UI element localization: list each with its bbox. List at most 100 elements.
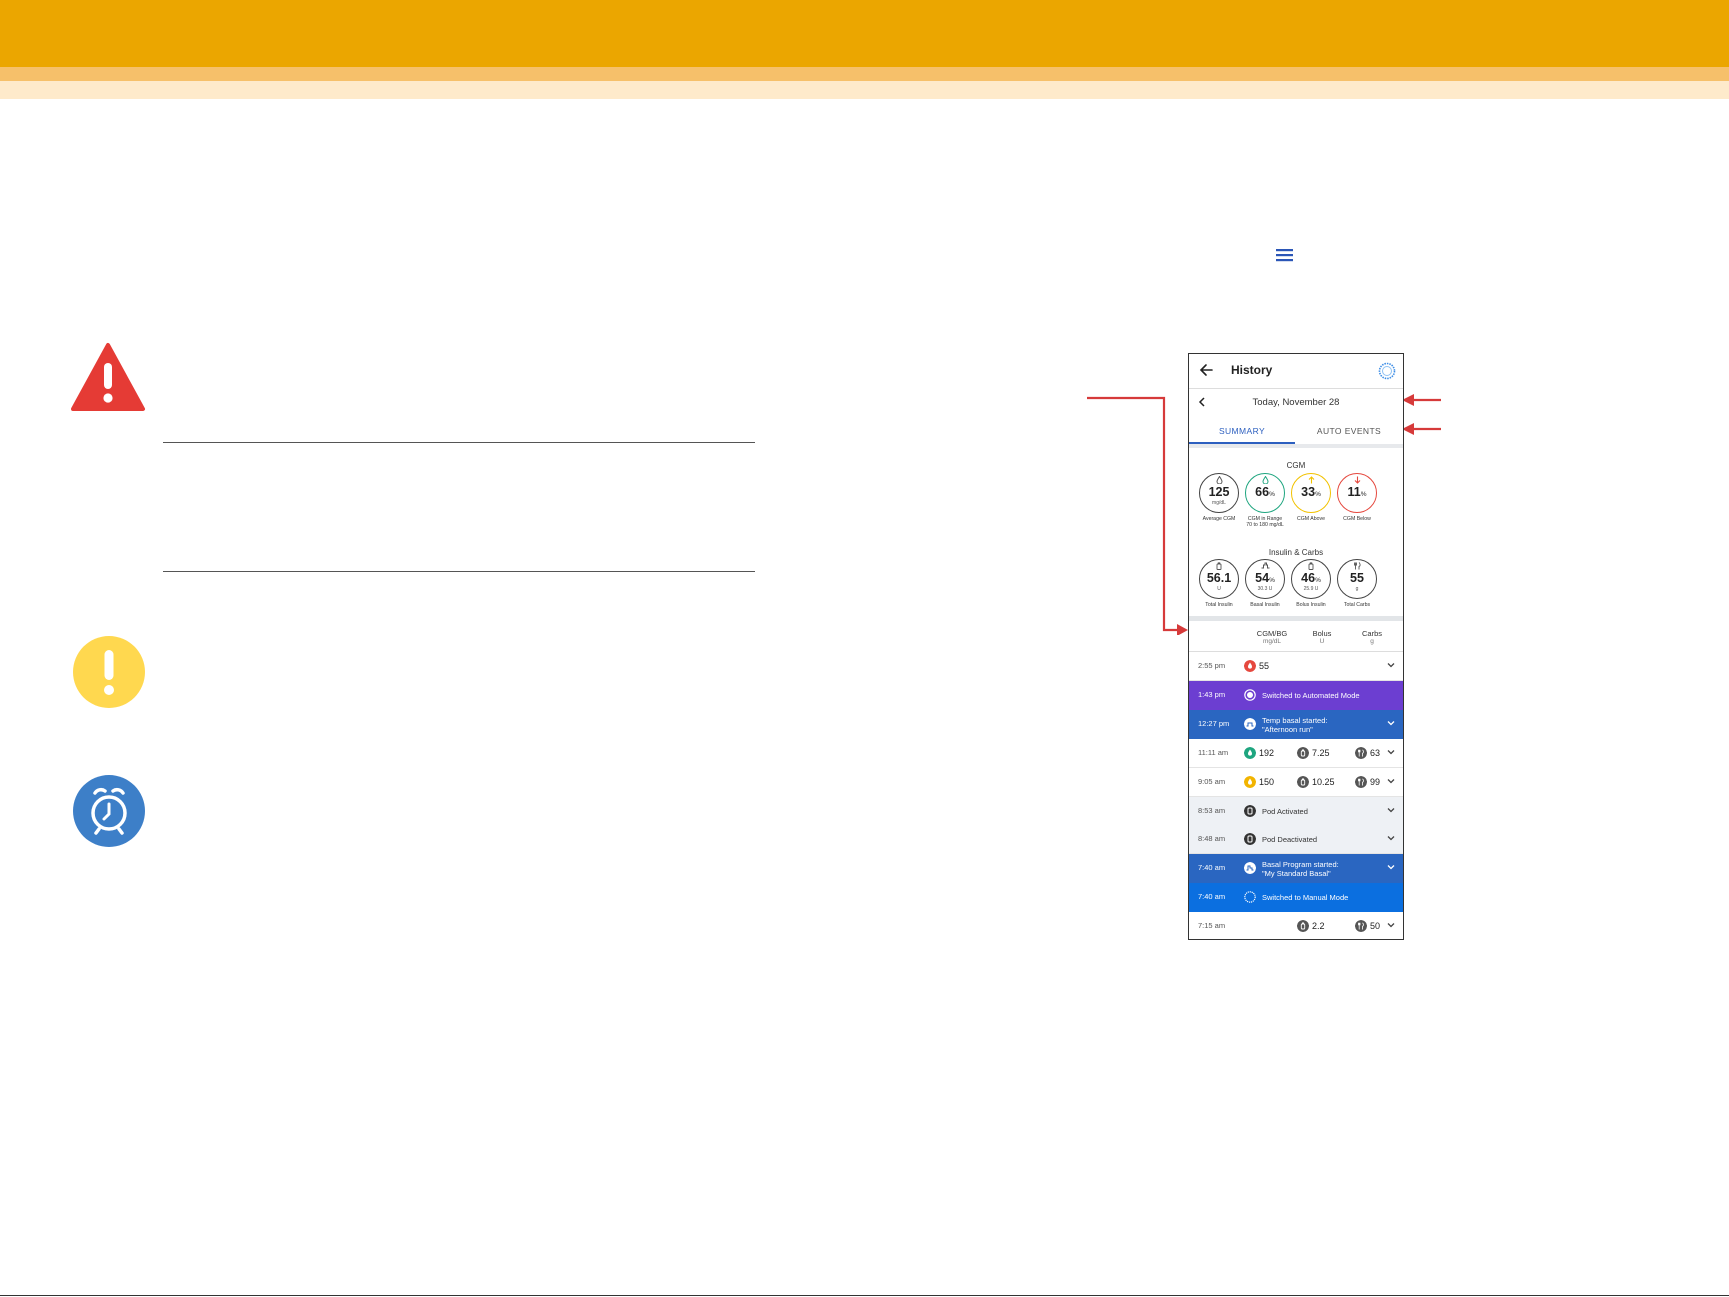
gauge-label: CGM Below bbox=[1343, 516, 1371, 522]
gauge-unit: 25.9 U bbox=[1303, 586, 1319, 592]
divider-line bbox=[163, 571, 755, 572]
history-row[interactable]: 7:40 am Basal Program started: "My Standa… bbox=[1189, 854, 1403, 884]
column-unit: mg/dL bbox=[1262, 638, 1282, 645]
top-banner bbox=[0, 0, 1729, 67]
insulin-gauge: 56.1 U bbox=[1199, 559, 1239, 599]
divider bbox=[1189, 616, 1403, 621]
history-row[interactable]: 7:40 am Switched to Manual Mode bbox=[1189, 883, 1403, 913]
gauge-unit: mg/dL bbox=[1212, 500, 1226, 506]
row-time: 7:15 am bbox=[1198, 921, 1226, 931]
tab-summary[interactable]: SUMMARY bbox=[1189, 426, 1295, 436]
bolus-value: 10.25 bbox=[1312, 776, 1335, 787]
top-banner-stripe bbox=[0, 67, 1729, 81]
page-bottom-rule bbox=[0, 1295, 1729, 1296]
gauge-value: 125 bbox=[1208, 485, 1230, 499]
gauge-suffix: % bbox=[1269, 491, 1275, 498]
back-arrow-icon[interactable] bbox=[1199, 363, 1213, 377]
column-header-cgm: CGM/BG mg/dL bbox=[1252, 630, 1292, 646]
gauge-unit: 30.3 U bbox=[1257, 586, 1273, 592]
cgm-reading-icon bbox=[1244, 660, 1256, 672]
column-label: Carbs bbox=[1361, 629, 1382, 638]
history-row[interactable]: 9:05 am 150 10.25 99 bbox=[1189, 768, 1403, 797]
alarm-clock-icon bbox=[73, 775, 145, 847]
carbs-value: 99 bbox=[1370, 776, 1381, 787]
row-event-text: Pod Deactivated bbox=[1262, 835, 1318, 845]
gauge-suffix: % bbox=[1360, 491, 1367, 498]
row-time: 8:48 am bbox=[1198, 834, 1226, 844]
cgm-gauge: 11% bbox=[1337, 473, 1377, 513]
tab-auto-events[interactable]: AUTO EVENTS bbox=[1295, 426, 1403, 436]
chevron-down-icon[interactable] bbox=[1387, 864, 1395, 870]
chevron-down-icon[interactable] bbox=[1387, 922, 1395, 928]
history-row[interactable]: 12:27 pm Temp basal started: "Afternoon r… bbox=[1189, 709, 1403, 739]
temp-basal-icon bbox=[1244, 717, 1256, 730]
column-label: CGM/BG bbox=[1256, 629, 1288, 638]
manual-mode-icon bbox=[1244, 891, 1256, 903]
row-event-text: Switched to Automated Mode bbox=[1262, 690, 1360, 700]
exclamation-circle-icon bbox=[73, 636, 145, 708]
cgm-gauge: 33% bbox=[1291, 473, 1331, 513]
divider-line bbox=[163, 442, 755, 443]
carbs-value: 63 bbox=[1370, 747, 1381, 758]
gauge-value: 55 bbox=[1350, 571, 1364, 585]
bolus-value: 7.25 bbox=[1312, 747, 1330, 758]
pod-icon bbox=[1244, 804, 1256, 817]
chevron-down-icon[interactable] bbox=[1387, 749, 1395, 755]
bolus-icon bbox=[1297, 775, 1309, 788]
column-unit: g bbox=[1370, 638, 1374, 645]
row-time: 1:43 pm bbox=[1198, 689, 1226, 699]
row-time: 8:53 am bbox=[1198, 805, 1226, 815]
gauge-value: 33% bbox=[1301, 485, 1321, 499]
history-row[interactable]: 2:55 pm 55 bbox=[1189, 652, 1403, 681]
divider bbox=[1189, 388, 1403, 389]
insulin-section-title: Insulin & Carbs bbox=[1268, 548, 1324, 557]
insulin-gauge: 46% 25.9 U bbox=[1291, 559, 1331, 599]
column-header-bolus: Bolus U bbox=[1302, 630, 1342, 646]
row-time: 9:05 am bbox=[1198, 776, 1226, 786]
row-time: 11:11 am bbox=[1198, 747, 1229, 757]
insulin-gauge: 55 g bbox=[1337, 559, 1377, 599]
history-row[interactable]: 8:53 am Pod Activated bbox=[1189, 796, 1403, 826]
gauge-suffix: % bbox=[1269, 577, 1275, 584]
row-time: 2:55 pm bbox=[1198, 661, 1226, 670]
carbs-icon bbox=[1355, 775, 1367, 788]
cgm-gauge: 66% bbox=[1245, 473, 1285, 513]
pod-icon bbox=[1244, 833, 1256, 846]
cgm-gauge: 125 mg/dL bbox=[1199, 473, 1239, 513]
gauge-value: 11% bbox=[1347, 485, 1367, 499]
history-row[interactable]: 8:48 am Pod Deactivated bbox=[1189, 825, 1403, 855]
hamburger-menu-icon[interactable] bbox=[1275, 247, 1295, 263]
carbs-icon bbox=[1355, 920, 1367, 933]
chevron-down-icon[interactable] bbox=[1387, 662, 1395, 668]
cgm-reading-value: 192 bbox=[1259, 747, 1275, 758]
pod-status-icon[interactable] bbox=[1378, 362, 1396, 380]
cgm-reading-value: 55 bbox=[1259, 661, 1270, 671]
cgm-reading-icon bbox=[1244, 746, 1256, 759]
row-event-text: Basal Program started: "My Standard Basa… bbox=[1262, 860, 1339, 879]
chevron-down-icon[interactable] bbox=[1387, 720, 1395, 726]
column-label: Bolus bbox=[1312, 629, 1332, 638]
column-unit: U bbox=[1319, 638, 1325, 645]
gauge-suffix: % bbox=[1315, 491, 1321, 498]
row-event-text: Switched to Manual Mode bbox=[1262, 893, 1349, 903]
cgm-reading-icon bbox=[1244, 775, 1256, 788]
insulin-gauge: 54% 30.3 U bbox=[1245, 559, 1285, 599]
row-event-text: Temp basal started: "Afternoon run" bbox=[1262, 715, 1328, 734]
gauge-value: 56.1 bbox=[1206, 571, 1232, 585]
page-title: History bbox=[1231, 363, 1273, 377]
history-row[interactable]: 1:43 pm Switched to Automated Mode bbox=[1189, 680, 1403, 710]
carbs-value: 50 bbox=[1370, 921, 1381, 932]
chevron-down-icon[interactable] bbox=[1387, 778, 1395, 784]
history-row[interactable]: 7:15 am 2.2 50 bbox=[1189, 912, 1403, 939]
bolus-icon bbox=[1297, 746, 1309, 759]
row-time: 7:40 am bbox=[1198, 863, 1226, 873]
basal-program-icon bbox=[1244, 862, 1256, 875]
automated-mode-icon bbox=[1244, 689, 1256, 701]
bolus-icon bbox=[1297, 920, 1309, 933]
chevron-down-icon[interactable] bbox=[1387, 807, 1395, 813]
cgm-section-title: CGM bbox=[1286, 461, 1306, 470]
history-row[interactable]: 11:11 am 192 7.25 63 bbox=[1189, 739, 1403, 768]
chevron-down-icon[interactable] bbox=[1387, 835, 1395, 841]
warning-triangle-icon bbox=[71, 343, 145, 411]
date-selector[interactable]: Today, November 28 bbox=[1189, 397, 1403, 408]
